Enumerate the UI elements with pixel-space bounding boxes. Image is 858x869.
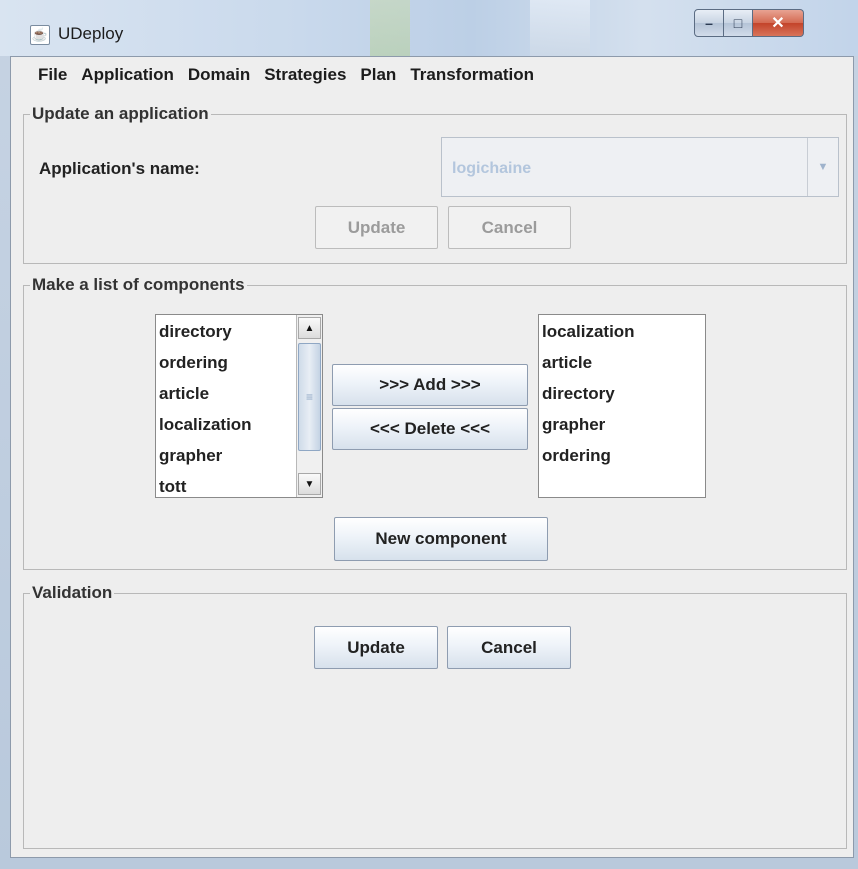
menu-file[interactable]: File <box>38 65 67 85</box>
java-cup-icon: ☕ <box>30 25 50 45</box>
window-controls: – □ ✕ <box>694 9 804 37</box>
menu-plan[interactable]: Plan <box>360 65 396 85</box>
title-bar-glow <box>370 0 410 56</box>
window-title: UDeploy <box>58 24 124 43</box>
minimize-icon: – <box>705 15 713 31</box>
components-legend: Make a list of components <box>30 275 247 295</box>
selected-items: localization article directory grapher o… <box>539 315 705 471</box>
menu-application[interactable]: Application <box>81 65 174 85</box>
selected-components-list[interactable]: localization article directory grapher o… <box>538 314 706 498</box>
list-item[interactable]: ordering <box>539 440 705 471</box>
menu-domain[interactable]: Domain <box>188 65 250 85</box>
scroll-up-icon[interactable]: ▲ <box>298 317 321 339</box>
update-button[interactable]: Update <box>314 626 438 669</box>
close-button[interactable]: ✕ <box>753 9 804 37</box>
list-item[interactable]: article <box>539 347 705 378</box>
menu-bar: File Application Domain Strategies Plan … <box>11 57 853 93</box>
content-pane: File Application Domain Strategies Plan … <box>10 56 854 858</box>
scrollbar-thumb[interactable]: ≡ <box>298 343 321 451</box>
cancel-button[interactable]: Cancel <box>447 626 571 669</box>
maximize-button[interactable]: □ <box>724 9 753 37</box>
components-group: Make a list of components directory orde… <box>23 275 847 570</box>
validation-group: Validation Update Cancel <box>23 583 847 849</box>
validation-legend: Validation <box>30 583 115 603</box>
title-bar[interactable]: ☕ UDeploy – □ ✕ <box>0 0 858 56</box>
cancel-button-top[interactable]: Cancel <box>448 206 571 249</box>
available-components-list[interactable]: directory ordering article localization … <box>155 314 323 498</box>
app-window: ☕ UDeploy – □ ✕ File Application Domain … <box>0 0 858 869</box>
update-button-top[interactable]: Update <box>315 206 438 249</box>
application-name-combo[interactable]: logichaine ▼ <box>441 137 839 197</box>
minimize-button[interactable]: – <box>694 9 724 37</box>
maximize-icon: □ <box>733 15 743 31</box>
delete-component-button[interactable]: <<< Delete <<< <box>332 408 528 450</box>
list-item[interactable]: grapher <box>539 409 705 440</box>
menu-strategies[interactable]: Strategies <box>264 65 346 85</box>
application-name-label: Application's name: <box>39 159 200 178</box>
application-name-value: logichaine <box>452 160 532 177</box>
vertical-scrollbar[interactable]: ▲ ≡ ▼ <box>296 315 322 497</box>
scroll-down-icon[interactable]: ▼ <box>298 473 321 495</box>
new-component-button[interactable]: New component <box>334 517 548 561</box>
add-component-button[interactable]: >>> Add >>> <box>332 364 528 406</box>
update-application-group: Update an application Application's name… <box>23 104 847 264</box>
menu-transformation[interactable]: Transformation <box>410 65 534 85</box>
close-icon: ✕ <box>771 15 785 32</box>
list-item[interactable]: localization <box>539 316 705 347</box>
chevron-down-icon[interactable]: ▼ <box>807 138 838 196</box>
title-bar-glow <box>530 0 590 56</box>
list-item[interactable]: directory <box>539 378 705 409</box>
update-application-legend: Update an application <box>30 104 211 124</box>
